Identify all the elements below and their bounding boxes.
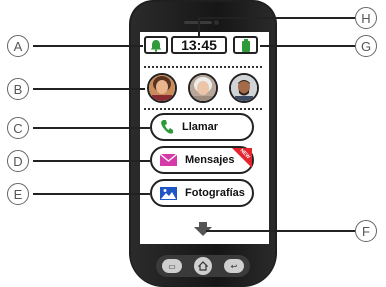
back-icon: ↩ xyxy=(230,261,238,271)
scroll-down-arrow-icon[interactable] xyxy=(194,222,212,236)
image-icon xyxy=(160,186,177,200)
bell-icon xyxy=(150,39,162,52)
callout-g: G xyxy=(355,35,377,57)
home-hardware-button[interactable] xyxy=(194,257,212,275)
messages-label: Mensajes xyxy=(185,154,235,166)
callout-line-b xyxy=(33,88,145,90)
back-hardware-button[interactable]: ↩ xyxy=(224,259,244,273)
time-text: 13:45 xyxy=(181,37,217,53)
call-label: Llamar xyxy=(182,121,219,133)
callout-line-h xyxy=(199,17,355,19)
contact-avatar-man[interactable] xyxy=(229,73,259,103)
contact-avatar-woman[interactable] xyxy=(147,73,177,103)
notification-bell[interactable] xyxy=(144,36,168,54)
envelope-icon xyxy=(160,154,177,166)
contact-avatar-elder[interactable] xyxy=(188,73,218,103)
messages-button[interactable]: Mensajes NEW xyxy=(150,146,254,174)
callout-line-f xyxy=(206,230,355,232)
callout-a: A xyxy=(7,35,29,57)
battery-indicator xyxy=(233,36,258,54)
callout-line-g xyxy=(260,45,355,47)
callout-b: B xyxy=(7,78,29,100)
favorite-contacts xyxy=(144,66,262,110)
callout-line-d xyxy=(33,160,150,162)
callout-line-c xyxy=(33,127,150,129)
battery-icon xyxy=(241,38,250,52)
callout-line-e xyxy=(33,193,150,195)
home-icon xyxy=(198,261,208,271)
clock: 13:45 xyxy=(171,36,227,54)
photos-label: Fotografías xyxy=(185,187,245,199)
phone-icon xyxy=(161,120,173,134)
callout-e: E xyxy=(7,183,29,205)
callout-f: F xyxy=(355,220,377,242)
callout-h: H xyxy=(355,7,377,29)
menu-hardware-button[interactable]: ▭ xyxy=(162,259,182,273)
callout-line-a xyxy=(33,45,143,47)
menu-icon: ▭ xyxy=(168,261,176,271)
camera-icon xyxy=(214,20,219,25)
callout-d: D xyxy=(7,150,29,172)
callout-c: C xyxy=(7,117,29,139)
photos-button[interactable]: Fotografías xyxy=(150,179,254,207)
call-button[interactable]: Llamar xyxy=(150,113,254,141)
callout-line-h-vertical xyxy=(198,17,200,36)
